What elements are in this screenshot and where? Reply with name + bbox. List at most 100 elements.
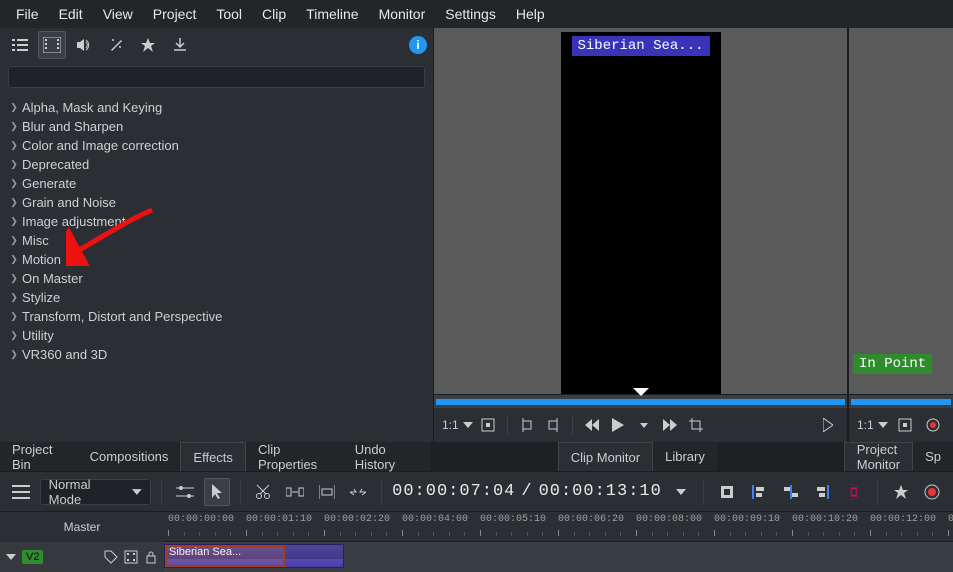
forward-icon[interactable] bbox=[659, 414, 681, 436]
effects-category[interactable]: ❯Color and Image correction bbox=[8, 136, 433, 155]
project-monitor-viewport[interactable]: In Point bbox=[849, 28, 953, 394]
menu-settings[interactable]: Settings bbox=[435, 2, 506, 26]
effects-category[interactable]: ❯On Master bbox=[8, 269, 433, 288]
project-monitor-controls: 1:1 bbox=[849, 408, 953, 442]
align-right-icon[interactable] bbox=[809, 478, 835, 506]
video-track-head[interactable]: V2 bbox=[0, 542, 164, 572]
in-point-icon[interactable] bbox=[516, 414, 538, 436]
ruler-tick-label: 00:00:09:10 bbox=[714, 514, 780, 525]
chevron-right-icon: ❯ bbox=[8, 159, 20, 171]
ruler-tick-label: 00:00:01:10 bbox=[246, 514, 312, 525]
tab-effects[interactable]: Effects bbox=[180, 442, 246, 471]
out-point-icon[interactable] bbox=[542, 414, 564, 436]
cut-icon[interactable] bbox=[251, 478, 277, 506]
effects-toolbar: i bbox=[0, 28, 433, 62]
timecode-position[interactable]: 00:00:07:04 bbox=[392, 482, 515, 501]
align-mid-icon[interactable] bbox=[778, 478, 804, 506]
insert-icon[interactable] bbox=[314, 478, 340, 506]
effects-category[interactable]: ❯Blur and Sharpen bbox=[8, 117, 433, 136]
play-dropdown-icon[interactable] bbox=[633, 414, 655, 436]
record-icon[interactable] bbox=[922, 414, 944, 436]
lock-icon[interactable] bbox=[144, 550, 158, 564]
menu-monitor[interactable]: Monitor bbox=[369, 2, 436, 26]
pointer-tool-icon[interactable] bbox=[204, 478, 230, 506]
menu-file[interactable]: File bbox=[6, 2, 49, 26]
effects-category[interactable]: ❯Misc bbox=[8, 231, 433, 250]
effects-category-motion[interactable]: ❯Motion bbox=[8, 250, 433, 269]
ruler-tick-label: 00:00:10:20 bbox=[792, 514, 858, 525]
menu-edit[interactable]: Edit bbox=[49, 2, 93, 26]
effects-category[interactable]: ❯Utility bbox=[8, 326, 433, 345]
film-view-icon[interactable] bbox=[38, 31, 66, 59]
chevron-right-icon: ❯ bbox=[8, 273, 20, 285]
marker-icon[interactable] bbox=[714, 478, 740, 506]
effects-category[interactable]: ❯Image adjustment bbox=[8, 212, 433, 231]
overwrite-icon[interactable] bbox=[346, 478, 372, 506]
spacer-tool-icon[interactable] bbox=[282, 478, 308, 506]
next-icon[interactable] bbox=[817, 414, 839, 436]
chevron-right-icon: ❯ bbox=[8, 197, 20, 209]
effects-category[interactable]: ❯Generate bbox=[8, 174, 433, 193]
chevron-right-icon: ❯ bbox=[8, 349, 20, 361]
ruler-tick-label: 00:00:12:00 bbox=[870, 514, 936, 525]
effects-category[interactable]: ❯Stylize bbox=[8, 288, 433, 307]
crop-icon[interactable] bbox=[685, 414, 707, 436]
chevron-right-icon: ❯ bbox=[8, 330, 20, 342]
slider-icon[interactable] bbox=[172, 478, 198, 506]
scale-selector[interactable]: 1:1 bbox=[857, 418, 888, 432]
effects-category[interactable]: ❯Grain and Noise bbox=[8, 193, 433, 212]
list-view-icon[interactable] bbox=[6, 31, 34, 59]
project-monitor-ruler[interactable] bbox=[849, 394, 953, 408]
master-track-label[interactable]: Master bbox=[0, 512, 164, 542]
speaker-icon[interactable] bbox=[70, 31, 98, 59]
menu-tool[interactable]: Tool bbox=[206, 2, 252, 26]
effects-category[interactable]: ❯Transform, Distort and Perspective bbox=[8, 307, 433, 326]
timeline-ruler[interactable]: 00:00:00:0000:00:01:1000:00:02:2000:00:0… bbox=[164, 512, 953, 542]
settings-icon[interactable] bbox=[8, 478, 34, 506]
video-track-row[interactable]: Siberian Sea... bbox=[164, 542, 953, 572]
edit-mode-selector[interactable]: Normal Mode bbox=[40, 479, 152, 505]
clip-preview: Siberian Sea... bbox=[561, 32, 721, 394]
align-left-icon[interactable] bbox=[746, 478, 772, 506]
menu-timeline[interactable]: Timeline bbox=[296, 2, 368, 26]
tab-compositions[interactable]: Compositions bbox=[78, 442, 181, 471]
tab-clip-monitor[interactable]: Clip Monitor bbox=[558, 442, 653, 471]
wand-icon[interactable] bbox=[102, 31, 130, 59]
info-icon[interactable]: i bbox=[409, 36, 427, 54]
favorite-star-icon[interactable] bbox=[888, 478, 914, 506]
timeline-clip[interactable]: Siberian Sea... bbox=[164, 544, 344, 568]
effects-category[interactable]: ❯VR360 and 3D bbox=[8, 345, 433, 364]
menu-view[interactable]: View bbox=[93, 2, 143, 26]
tab-clip-properties[interactable]: Clip Properties bbox=[246, 442, 343, 471]
effects-category[interactable]: ❯Alpha, Mask and Keying bbox=[8, 98, 433, 117]
menu-project[interactable]: Project bbox=[143, 2, 207, 26]
menu-clip[interactable]: Clip bbox=[252, 2, 296, 26]
tab-project-bin[interactable]: Project Bin bbox=[0, 442, 78, 471]
fit-screen-icon[interactable] bbox=[894, 414, 916, 436]
record-button-icon[interactable] bbox=[919, 478, 945, 506]
tag-icon[interactable] bbox=[104, 550, 118, 564]
play-icon[interactable] bbox=[607, 414, 629, 436]
clip-monitor-viewport[interactable]: Siberian Sea... bbox=[434, 28, 847, 408]
chevron-down-icon[interactable] bbox=[668, 478, 694, 506]
effects-search-input[interactable] bbox=[8, 66, 425, 88]
star-icon[interactable] bbox=[134, 31, 162, 59]
tab-project-monitor[interactable]: Project Monitor bbox=[844, 442, 913, 471]
effects-category[interactable]: ❯Deprecated bbox=[8, 155, 433, 174]
menu-help[interactable]: Help bbox=[506, 2, 555, 26]
tab-sp[interactable]: Sp bbox=[913, 442, 953, 471]
link-icon[interactable] bbox=[841, 478, 867, 506]
download-icon[interactable] bbox=[166, 31, 194, 59]
clip-selection bbox=[165, 545, 285, 567]
effects-tree[interactable]: ❯Alpha, Mask and Keying ❯Blur and Sharpe… bbox=[0, 94, 433, 442]
chevron-down-icon[interactable] bbox=[6, 554, 16, 560]
timeline-tracks[interactable]: 00:00:00:0000:00:01:1000:00:02:2000:00:0… bbox=[164, 512, 953, 572]
scale-selector[interactable]: 1:1 bbox=[442, 418, 473, 432]
playhead-icon[interactable] bbox=[633, 388, 649, 396]
fit-screen-icon[interactable] bbox=[477, 414, 499, 436]
tab-library[interactable]: Library bbox=[653, 442, 717, 471]
film-icon[interactable] bbox=[124, 550, 138, 564]
clip-monitor-ruler[interactable] bbox=[434, 394, 847, 408]
tab-undo-history[interactable]: Undo History bbox=[343, 442, 431, 471]
rewind-icon[interactable] bbox=[581, 414, 603, 436]
